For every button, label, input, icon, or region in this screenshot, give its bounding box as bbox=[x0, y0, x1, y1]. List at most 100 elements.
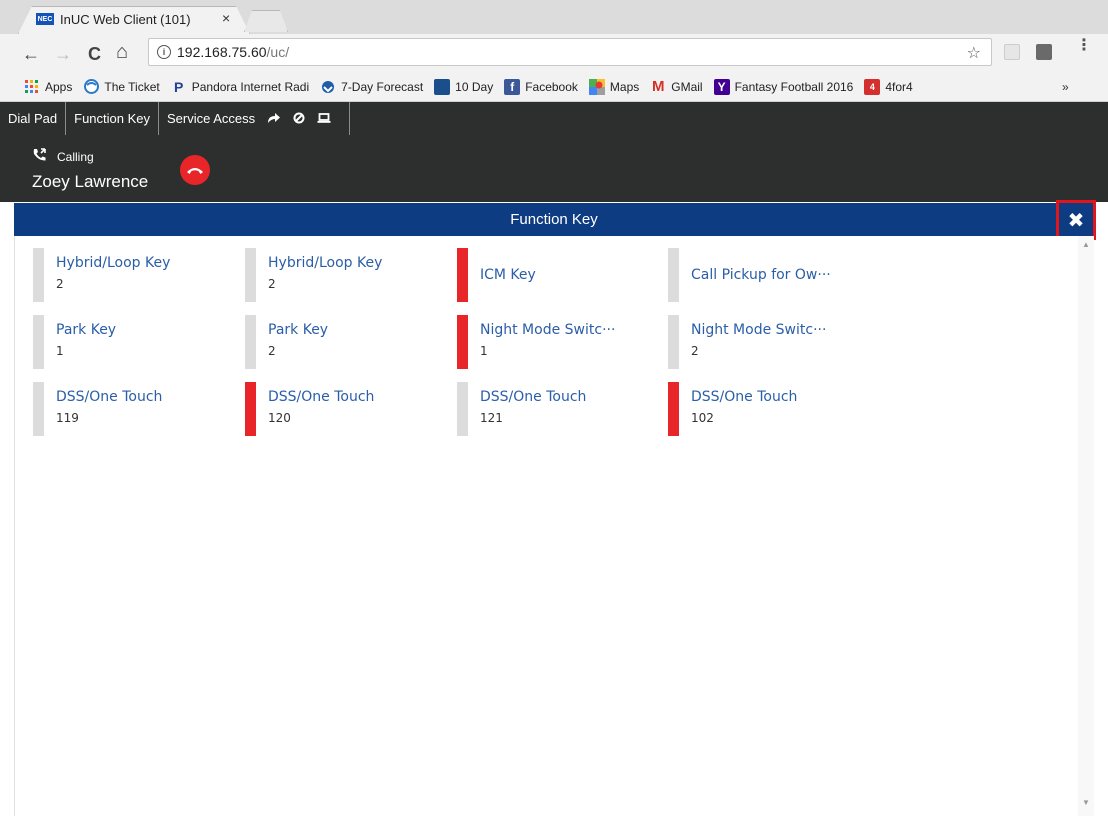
key-label: Park Key bbox=[56, 322, 117, 338]
bookmark-label: Maps bbox=[609, 79, 640, 94]
tab-title: InUC Web Client (101) bbox=[60, 11, 191, 27]
do-not-disturb-icon[interactable] bbox=[293, 111, 305, 127]
calling-phone-icon bbox=[32, 148, 47, 165]
4for4-icon: 4 bbox=[864, 78, 881, 95]
tab-function-key[interactable]: Function Key bbox=[66, 102, 160, 135]
info-icon[interactable]: i bbox=[157, 45, 171, 59]
bookmark-maps[interactable]: Maps bbox=[588, 78, 640, 95]
laptop-icon[interactable] bbox=[317, 111, 331, 127]
bookmark-label: Fantasy Football 2016 bbox=[734, 79, 854, 94]
tab-dial-pad[interactable]: Dial Pad bbox=[0, 102, 67, 135]
function-key-button[interactable]: Night Mode Switc··· 2 bbox=[668, 315, 878, 369]
bookmark-fantasy-football[interactable]: Y Fantasy Football 2016 bbox=[713, 78, 854, 95]
call-status-label: Calling bbox=[57, 149, 94, 164]
ticket-icon bbox=[83, 79, 99, 95]
key-body: Park Key 1 bbox=[44, 315, 116, 369]
key-status-indicator bbox=[668, 315, 679, 369]
active-call-area: Calling Zoey Lawrence bbox=[0, 135, 1108, 202]
key-body: Hybrid/Loop Key 2 bbox=[256, 248, 382, 302]
key-number: 120 bbox=[268, 411, 291, 425]
function-key-button[interactable]: DSS/One Touch 102 bbox=[668, 382, 878, 436]
bookmark-7-day-forecast[interactable]: 7-Day Forecast bbox=[320, 79, 423, 95]
bookmark-4for4[interactable]: 4 4for4 bbox=[864, 78, 913, 95]
bookmark-label: 4for4 bbox=[885, 79, 913, 94]
scroll-up-icon[interactable]: ▲ bbox=[1082, 240, 1090, 249]
bookmarks-overflow-icon[interactable]: » bbox=[1062, 80, 1069, 94]
back-icon[interactable]: ← bbox=[22, 44, 40, 64]
browser-tab-content[interactable]: NEC InUC Web Client (101) bbox=[36, 10, 191, 28]
tab-close-icon[interactable]: × bbox=[222, 10, 230, 26]
bookmark-the-ticket[interactable]: The Ticket bbox=[83, 79, 160, 95]
address-bar[interactable]: i 192.168.75.60 /uc/ ☆ bbox=[148, 38, 992, 66]
close-panel-button[interactable]: ✖ bbox=[1056, 200, 1096, 240]
apps-icon bbox=[24, 79, 40, 95]
key-label: Night Mode Switc··· bbox=[691, 322, 827, 338]
key-number: 1 bbox=[480, 344, 488, 358]
function-key-button[interactable]: Park Key 1 bbox=[33, 315, 243, 369]
key-body: Hybrid/Loop Key 2 bbox=[44, 248, 170, 302]
weather-channel-icon bbox=[434, 78, 451, 95]
key-status-indicator bbox=[33, 248, 44, 302]
key-number: 2 bbox=[268, 344, 276, 358]
new-tab-button[interactable] bbox=[244, 10, 288, 32]
bookmark-label: Apps bbox=[45, 79, 73, 94]
extension-icon[interactable] bbox=[1036, 44, 1052, 60]
close-icon: ✖ bbox=[1067, 209, 1085, 232]
function-key-title: Function Key bbox=[510, 211, 598, 228]
home-icon[interactable]: ⌂ bbox=[116, 42, 128, 62]
function-key-button[interactable]: Hybrid/Loop Key 2 bbox=[245, 248, 455, 302]
hang-up-button[interactable] bbox=[180, 155, 210, 185]
key-label: ICM Key bbox=[480, 267, 536, 283]
panel-scrollbar[interactable]: ▲ ▼ bbox=[1078, 236, 1094, 816]
key-status-indicator bbox=[668, 382, 679, 436]
function-key-button[interactable]: Park Key 2 bbox=[245, 315, 455, 369]
key-label: DSS/One Touch bbox=[691, 389, 798, 405]
key-body: DSS/One Touch 102 bbox=[679, 382, 797, 436]
key-status-indicator bbox=[33, 315, 44, 369]
bookmark-gmail[interactable]: M GMail bbox=[650, 78, 703, 95]
key-label: Call Pickup for Ow··· bbox=[691, 267, 831, 283]
function-key-button[interactable]: Call Pickup for Ow··· bbox=[668, 248, 878, 302]
bookmark-label: 10 Day bbox=[455, 79, 494, 94]
bookmark-star-icon[interactable]: ☆ bbox=[967, 43, 981, 63]
key-number: 102 bbox=[691, 411, 714, 425]
function-key-button[interactable]: Hybrid/Loop Key 2 bbox=[33, 248, 243, 302]
key-body: DSS/One Touch 119 bbox=[44, 382, 162, 436]
function-key-button[interactable]: DSS/One Touch 121 bbox=[457, 382, 667, 436]
call-status: Calling bbox=[32, 148, 94, 165]
key-body: Night Mode Switc··· 2 bbox=[679, 315, 826, 369]
url-host: 192.168.75.60 bbox=[177, 44, 267, 60]
bookmark-label: 7-Day Forecast bbox=[341, 79, 424, 94]
key-body: Call Pickup for Ow··· bbox=[679, 248, 831, 302]
function-key-button[interactable]: DSS/One Touch 120 bbox=[245, 382, 455, 436]
nec-extension-icon[interactable] bbox=[1004, 44, 1020, 60]
key-status-indicator bbox=[457, 382, 468, 436]
function-key-button[interactable]: DSS/One Touch 119 bbox=[33, 382, 243, 436]
key-body: DSS/One Touch 121 bbox=[468, 382, 586, 436]
function-key-button[interactable]: ICM Key bbox=[457, 248, 667, 302]
key-status-indicator bbox=[245, 248, 256, 302]
key-label: DSS/One Touch bbox=[268, 389, 375, 405]
key-status-indicator bbox=[33, 382, 44, 436]
key-status-indicator bbox=[245, 315, 256, 369]
key-label: Park Key bbox=[268, 322, 329, 338]
gmail-icon: M bbox=[652, 78, 665, 95]
key-status-indicator bbox=[668, 248, 679, 302]
key-status-indicator bbox=[457, 248, 468, 302]
forward-call-icon[interactable] bbox=[267, 111, 281, 127]
browser-menu-icon[interactable]: ⋮ bbox=[1076, 38, 1092, 54]
pandora-icon: P bbox=[174, 78, 184, 95]
tab-service-access[interactable]: Service Access bbox=[159, 102, 351, 135]
bookmark-apps[interactable]: Apps bbox=[24, 79, 72, 95]
bookmark-facebook[interactable]: f Facebook bbox=[504, 78, 578, 95]
key-label: Night Mode Switc··· bbox=[480, 322, 616, 338]
reload-icon[interactable]: C bbox=[88, 44, 101, 64]
bookmarks-bar: Apps The Ticket P Pandora Internet Radi … bbox=[0, 72, 1108, 102]
forward-icon[interactable]: → bbox=[54, 44, 72, 64]
bookmark-pandora[interactable]: P Pandora Internet Radi bbox=[171, 79, 309, 95]
key-body: DSS/One Touch 120 bbox=[256, 382, 374, 436]
function-key-button[interactable]: Night Mode Switc··· 1 bbox=[457, 315, 667, 369]
facebook-icon: f bbox=[504, 78, 521, 95]
scroll-down-icon[interactable]: ▼ bbox=[1082, 798, 1090, 807]
bookmark-10-day[interactable]: 10 Day bbox=[434, 78, 494, 95]
